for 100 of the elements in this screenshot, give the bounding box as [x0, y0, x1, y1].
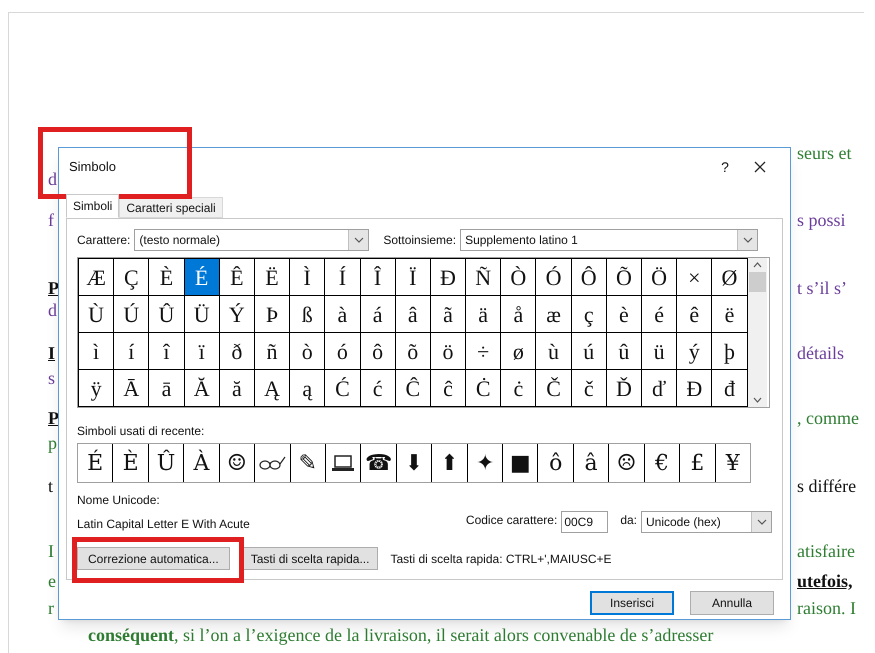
symbol-cell[interactable]: í [113, 332, 148, 369]
symbol-cell[interactable]: ó [324, 332, 360, 369]
symbol-cell[interactable]: Ĉ [394, 369, 430, 406]
cancel-button[interactable]: Annulla [690, 591, 774, 615]
symbol-cell[interactable]: Ă [184, 369, 219, 406]
recent-symbol[interactable]: ✎ [298, 446, 317, 480]
symbol-cell[interactable]: ą [289, 369, 324, 406]
symbol-cell[interactable]: È [148, 258, 184, 295]
code-field[interactable]: 00C9 [561, 511, 608, 533]
symbol-cell[interactable]: å [500, 295, 536, 332]
symbol-cell[interactable]: þ [711, 332, 747, 369]
symbol-cell[interactable]: Ö [641, 258, 676, 295]
symbol-cell[interactable]: Ø [711, 258, 747, 295]
symbol-cell[interactable]: ð [218, 332, 254, 369]
symbol-cell[interactable]: Í [324, 258, 360, 295]
symbol-cell[interactable]: û [606, 332, 641, 369]
recent-symbol[interactable]: À [194, 446, 210, 480]
symbol-cell[interactable]: Ì [289, 258, 324, 295]
symbol-cell[interactable]: Ā [113, 369, 148, 406]
recent-symbol[interactable]: È [122, 446, 139, 480]
recent-symbol[interactable]: Û [156, 446, 176, 480]
recent-symbol[interactable]: € [654, 446, 669, 480]
symbol-cell[interactable]: Ò [500, 258, 536, 295]
recent-symbol[interactable]: ☺ [227, 446, 247, 480]
symbol-cell[interactable]: î [148, 332, 184, 369]
symbol-cell[interactable]: Ý [218, 295, 254, 332]
symbol-cell[interactable]: è [606, 295, 641, 332]
symbol-cell[interactable]: ô [360, 332, 395, 369]
symbol-cell[interactable]: ċ [500, 369, 536, 406]
symbol-cell[interactable]: ć [360, 369, 395, 406]
symbol-cell[interactable]: ì [78, 332, 114, 369]
symbol-cell[interactable]: ë [711, 295, 747, 332]
symbol-cell[interactable]: đ [711, 369, 747, 406]
scrollbar[interactable] [748, 258, 767, 407]
symbol-cell[interactable]: ø [500, 332, 536, 369]
shortcut-key-button[interactable]: Tasti di scelta rapida... [242, 547, 378, 570]
symbol-cell[interactable]: Ç [113, 258, 148, 295]
recent-symbol[interactable]: ☹ [616, 446, 636, 480]
recent-symbol[interactable]: ô [549, 446, 562, 480]
insert-button[interactable]: Inserisci [590, 591, 674, 615]
symbol-cell[interactable]: Æ [78, 258, 114, 295]
recent-symbol[interactable]: ⬇ [404, 446, 424, 480]
symbol-cell[interactable]: ã [430, 295, 466, 332]
symbol-cell[interactable]: ï [184, 332, 219, 369]
symbol-cell[interactable]: ù [535, 332, 571, 369]
symbol-cell[interactable]: ā [148, 369, 184, 406]
symbol-cell[interactable]: ä [465, 295, 500, 332]
symbol-cell[interactable]: ĉ [430, 369, 466, 406]
symbol-cell[interactable]: à [324, 295, 360, 332]
symbol-cell[interactable]: ÷ [465, 332, 500, 369]
symbol-cell[interactable]: Ë [254, 258, 290, 295]
symbol-cell[interactable]: õ [394, 332, 430, 369]
symbol-cell[interactable]: Ô [570, 258, 606, 295]
symbol-cell[interactable]: â [394, 295, 430, 332]
symbol-cell[interactable]: Û [148, 295, 184, 332]
recent-symbol[interactable]: ✦ [476, 446, 494, 480]
symbol-cell[interactable]: ú [570, 332, 606, 369]
symbol-cell[interactable]: Đ [676, 369, 712, 406]
symbol-cell[interactable]: Ï [394, 258, 430, 295]
scroll-thumb[interactable] [748, 272, 766, 292]
laptop-icon[interactable] [331, 454, 356, 472]
symbol-cell[interactable]: ă [218, 369, 254, 406]
symbol-cell[interactable]: × [676, 258, 712, 295]
autocorrect-button[interactable]: Correzione automatica... [77, 547, 230, 570]
symbol-cell[interactable]: Ð [430, 258, 466, 295]
symbol-cell[interactable]: č [570, 369, 606, 406]
symbol-cell[interactable]: Ó [535, 258, 571, 295]
symbol-cell[interactable]: ü [641, 332, 676, 369]
from-select[interactable]: Unicode (hex) [641, 511, 772, 533]
symbol-cell[interactable]: ê [676, 295, 712, 332]
dialog-tab[interactable]: Simboli [66, 194, 120, 218]
symbol-cell[interactable]: ý [676, 332, 712, 369]
symbol-cell[interactable]: Ą [254, 369, 290, 406]
subset-select[interactable]: Supplemento latino 1 [460, 229, 758, 251]
recent-symbol[interactable]: ☎ [365, 446, 392, 480]
symbol-cell[interactable]: ď [641, 369, 676, 406]
symbol-cell[interactable]: É [184, 258, 219, 295]
recent-symbol[interactable]: ■ [510, 446, 531, 480]
symbol-cell[interactable]: Č [535, 369, 571, 406]
symbol-cell[interactable]: Ď [606, 369, 641, 406]
recent-symbol[interactable]: â [584, 446, 598, 480]
glasses-icon[interactable] [258, 454, 286, 472]
symbol-cell[interactable]: é [641, 295, 676, 332]
symbol-cell[interactable]: Õ [606, 258, 641, 295]
symbol-cell[interactable]: Ċ [465, 369, 500, 406]
recent-symbol[interactable]: £ [690, 446, 704, 480]
symbol-cell[interactable]: Þ [254, 295, 290, 332]
recent-symbol[interactable]: ⬆ [440, 446, 459, 480]
symbol-cell[interactable]: ß [289, 295, 324, 332]
symbol-cell[interactable]: Î [360, 258, 395, 295]
symbol-cell[interactable]: ç [570, 295, 606, 332]
symbol-cell[interactable]: ö [430, 332, 466, 369]
symbol-cell[interactable]: Ü [184, 295, 219, 332]
symbol-cell[interactable]: á [360, 295, 395, 332]
symbol-cell[interactable]: Ù [78, 295, 114, 332]
symbol-cell[interactable]: Ñ [465, 258, 500, 295]
help-button[interactable]: ? [710, 156, 740, 178]
symbol-cell[interactable]: Ê [218, 258, 254, 295]
recent-symbol[interactable]: ¥ [726, 446, 740, 480]
symbol-cell[interactable]: ñ [254, 332, 290, 369]
